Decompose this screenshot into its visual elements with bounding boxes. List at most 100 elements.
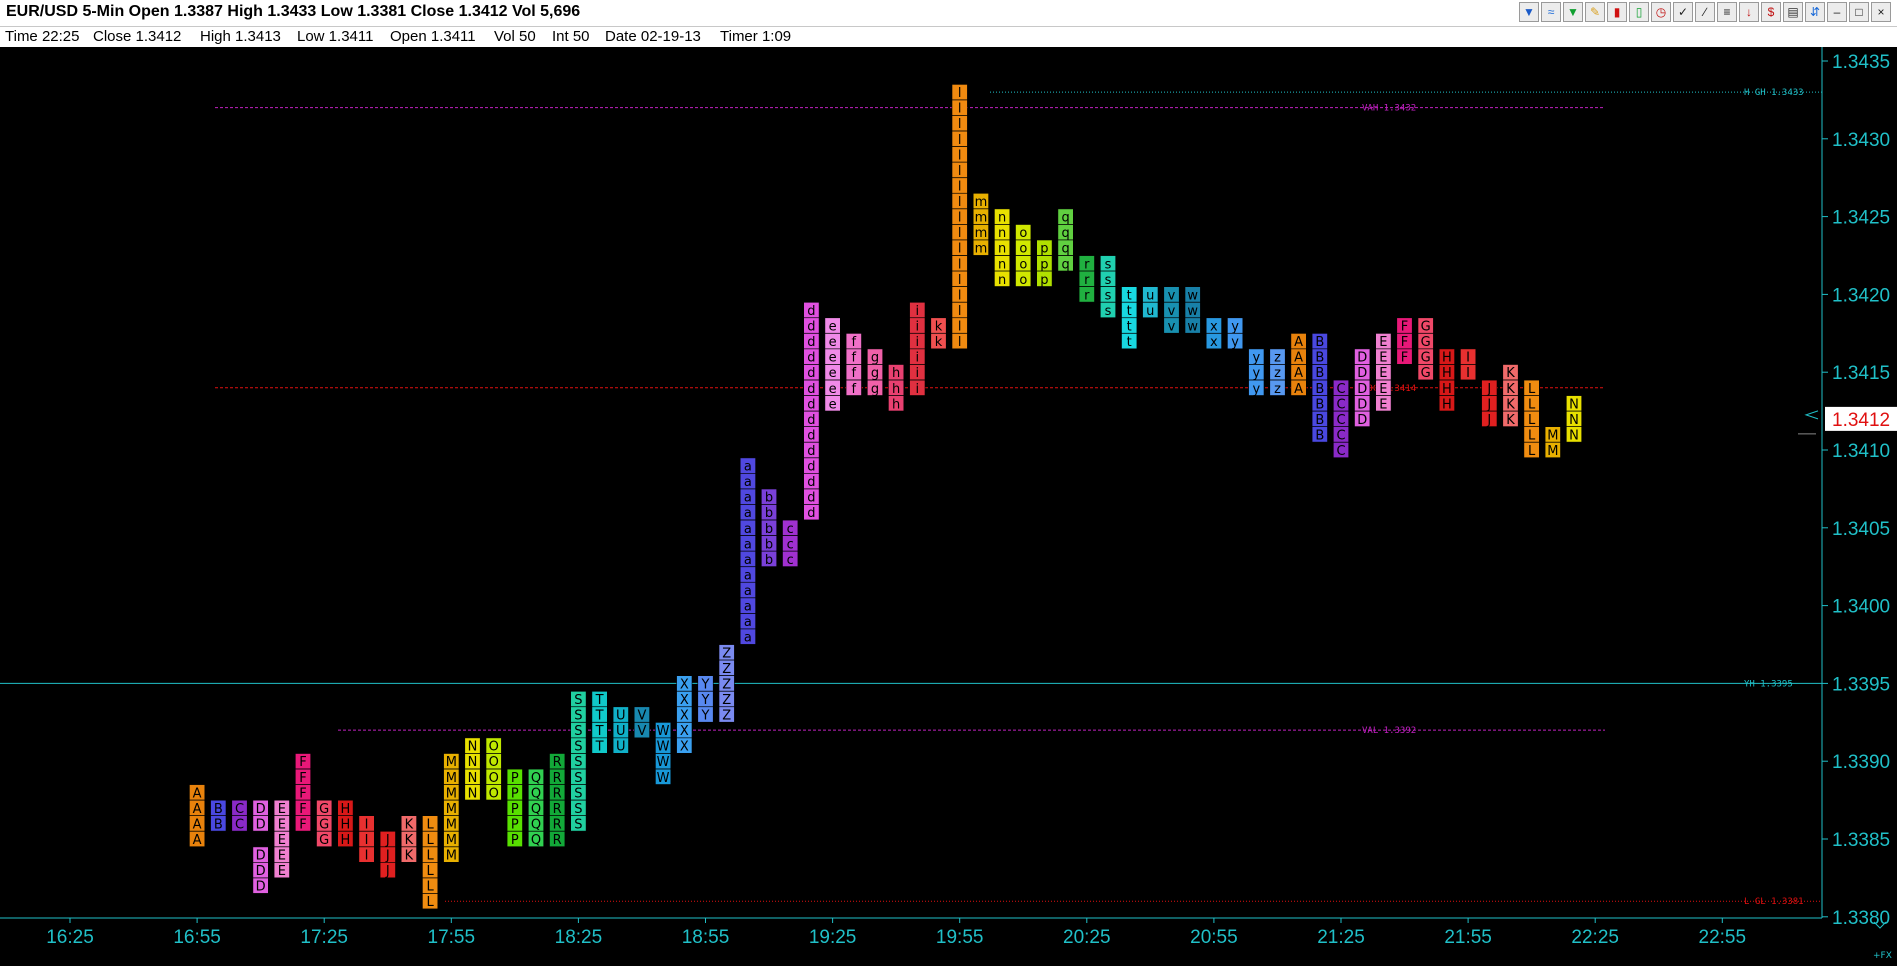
y-tick-label: 1.3385 [1832,830,1890,851]
tpo-letter: m [975,211,988,226]
check-tool-icon[interactable]: ✓ [1673,2,1693,22]
tpo-letter: f [852,335,857,350]
tpo-letter: I [365,833,369,848]
tpo-letter: q [1061,242,1069,257]
tpo-letter: l [958,320,962,335]
tpo-letter: K [1506,397,1515,412]
info-open: Open 1.3411 [390,28,476,45]
tpo-letter: s [1105,257,1112,272]
x-tick-label: 16:25 [46,927,94,948]
wave-icon[interactable]: ≈ [1541,2,1561,22]
info-int: Int 50 [552,28,590,45]
tpo-letter: d [807,444,815,459]
tpo-letter: A [193,786,202,801]
tpo-letter: Z [722,709,731,724]
tpo-letter: N [1569,413,1579,428]
funnel-icon[interactable]: ▼ [1563,2,1583,22]
x-tick-label: 21:25 [1317,927,1365,948]
tpo-letter: Z [722,693,731,708]
tpo-letter: L [1528,444,1536,459]
tpo-letter: D [1357,397,1367,412]
tpo-letter: N [468,740,478,755]
line-tool-icon[interactable]: ∕ [1695,2,1715,22]
tpo-letter: M [446,755,457,770]
tpo-letter: D [256,849,266,864]
tpo-letter: c [787,522,794,537]
y-tick-label: 1.3415 [1832,363,1890,384]
tpo-letter: f [852,366,857,381]
y-tick-label: 1.3430 [1832,130,1890,151]
tpo-letter: R [553,771,562,786]
tpo-letter: X [680,724,689,739]
arrow-down-icon[interactable]: ↓ [1739,2,1759,22]
toolbar: ▼ ≈ ▼ ✎ ▮ ▯ ◷ ✓ ∕ ≡ ↓ $ ▤ ⇵ – □ × [1519,2,1891,24]
tpo-letter: Y [701,709,710,724]
scroll-icon[interactable]: ⇵ [1805,2,1825,22]
tpo-letter: N [468,786,478,801]
tpo-letter: G [1421,366,1431,381]
tpo-letter: t [1127,335,1132,350]
tpo-letter: w [1187,288,1198,303]
tpo-letter: N [1569,428,1579,443]
tpo-letter: L [426,864,434,879]
tpo-letter: Q [531,802,541,817]
tpo-letter: F [299,755,306,770]
tpo-letter: n [998,273,1006,288]
tpo-letter: B [1315,397,1324,412]
tpo-letter: G [1421,351,1431,366]
tpo-letter: l [958,133,962,148]
tpo-letter: N [468,771,478,786]
tpo-letter: d [807,397,815,412]
tpo-letter: d [807,366,815,381]
bars-icon[interactable]: ▮ [1607,2,1627,22]
reference-line-label: YH 1.3395 [1744,679,1793,689]
market-profile-chart[interactable]: H GH 1.3433VAH 1.3432POC 1.3414YH 1.3395… [0,47,1897,966]
tpo-letter: a [744,600,752,615]
tpo-letter: L [1528,382,1536,397]
tpo-letter: Q [531,771,541,786]
tpo-letter: i [915,335,919,350]
tpo-letter: N [1569,397,1579,412]
y-tick-label: 1.3380 [1832,908,1890,929]
pencil-icon[interactable]: ✎ [1585,2,1605,22]
tpo-letter: i [915,320,919,335]
tpo-letter: y [1252,382,1260,397]
tpo-letter: F [299,771,306,786]
tpo-letter: d [807,335,815,350]
tpo-letter: l [958,117,962,132]
tpo-letter: H [1442,382,1452,397]
tpo-letter: M [1547,428,1558,443]
tpo-letter: r [1084,257,1090,272]
tpo-letter: J [1486,413,1491,428]
tpo-letter: b [765,537,773,552]
tpo-letter: F [1401,351,1408,366]
tpo-letter: T [595,693,604,708]
tpo-letter: U [616,709,626,724]
candle-icon[interactable]: ▯ [1629,2,1649,22]
tpo-letter: S [574,802,582,817]
x-tick-label: 16:55 [173,927,221,948]
tpo-letter: L [426,833,434,848]
minimize-icon[interactable]: – [1827,2,1847,22]
tpo-letter: I [1466,366,1470,381]
clock-icon[interactable]: ◷ [1651,2,1671,22]
close-icon[interactable]: × [1871,2,1891,22]
trash-icon[interactable]: ▤ [1783,2,1803,22]
chart-style-icon[interactable]: ▼ [1519,2,1539,22]
tpo-letter: n [998,257,1006,272]
dollar-icon[interactable]: $ [1761,2,1781,22]
tpo-letter: d [807,460,815,475]
tpo-letter: X [680,693,689,708]
tpo-letter: N [468,755,478,770]
tpo-letter: e [829,366,837,381]
info-time: Time 22:25 [5,28,80,45]
fib-tool-icon[interactable]: ≡ [1717,2,1737,22]
tpo-letter: J [385,833,390,848]
tpo-letter: A [193,802,202,817]
tpo-letter: H [341,833,351,848]
tpo-letter: z [1274,351,1281,366]
restore-icon[interactable]: □ [1849,2,1869,22]
tpo-letter: R [553,786,562,801]
tpo-letter: M [1547,444,1558,459]
tpo-letter: E [278,849,286,864]
